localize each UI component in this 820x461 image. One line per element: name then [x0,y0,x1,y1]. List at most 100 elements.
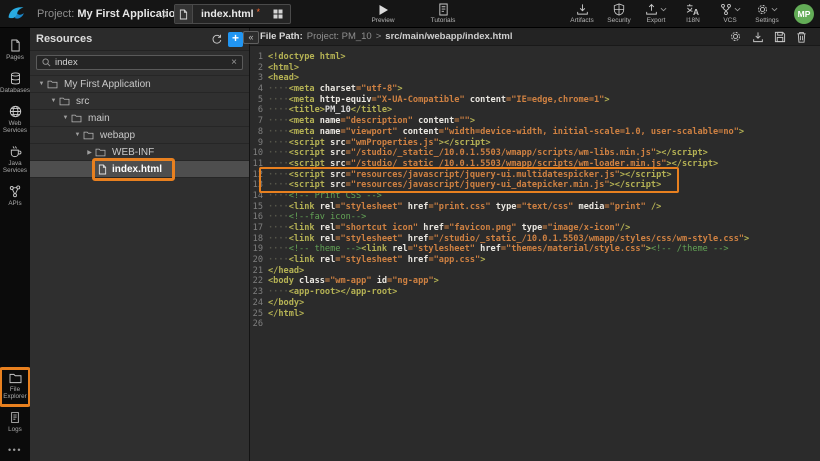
code-line-content: ····<link rel="shortcut icon" href="favi… [268,223,630,234]
action-label: Tutorials [431,17,456,24]
download-icon[interactable] [752,30,764,43]
artifacts-icon [576,3,589,16]
sidebar-item-pages[interactable]: Pages [0,34,30,67]
grid-icon[interactable] [266,5,290,23]
file-tree: ▼My First Application▼src▼main▼webapp▶WE… [30,75,249,461]
line-number: 20 [250,255,268,266]
tree-item-index-html[interactable]: index.html [30,161,249,178]
code-line-content: ····<script src="/studio/_static_/10.0.1… [268,148,708,159]
code-line-content: ····<meta name="description" content=""> [268,116,475,127]
tree-item-label: webapp [100,130,135,141]
refresh-icon[interactable] [211,34,222,45]
caret-down-icon [734,7,741,12]
i18n-button[interactable]: AI18N [676,3,710,24]
code-line-content: ····<script src="wmProperties.js"></scri… [268,138,491,149]
globe-icon [9,105,22,118]
line-number: 1 [250,52,268,63]
sidebar-item-web-services[interactable]: Web Services [0,100,30,140]
tree-item-label: index.html [112,164,162,175]
caret-down-icon [771,7,778,12]
line-number: 6 [250,105,268,116]
settings-button[interactable]: Settings [750,3,784,24]
avatar[interactable]: MP [794,4,814,24]
code-line-content: ····<!--fav icon--> [268,212,366,223]
file-path-label: File Path: [260,31,303,42]
export-button[interactable]: Export [639,3,673,24]
tree-expand-icon[interactable]: ▼ [60,115,71,121]
code-line: 13····<script src="resources/javascript/… [250,180,820,191]
caret-down-icon [660,7,667,12]
sidebar-item-databases[interactable]: Databases [0,67,30,100]
action-label: Export [647,17,666,24]
tab-index-html[interactable]: index.html * [174,4,291,24]
sidebar-item-apis[interactable]: APIs [0,180,30,213]
tutorials-button[interactable]: Tutorials [426,3,460,24]
code-line: 25</html> [250,309,820,320]
code-line: 14····<!-- Print CSS --> [250,191,820,202]
sidebar-item-label: Java Services [0,160,30,174]
line-number: 5 [250,95,268,106]
tree-collapse-icon[interactable]: ▶ [84,149,95,156]
code-line: 16····<!--fav icon--> [250,212,820,223]
code-line-content: <head> [268,73,299,84]
database-icon [10,72,21,85]
tree-expand-icon[interactable]: ▼ [36,81,47,87]
vcs-button[interactable]: VCS [713,3,747,24]
tree-item-src[interactable]: ▼ src [30,93,249,110]
code-line-content: ····<title>PM_10</title> [268,105,392,116]
preview-button[interactable]: Preview [366,3,400,24]
sidebar-item-java-services[interactable]: Java Services [0,140,30,180]
code-line: 2<html> [250,63,820,74]
folder-icon [59,97,74,106]
sidebar-item-label: Pages [5,54,25,61]
code-area[interactable]: 1<!doctype html>2<html>3<head>4····<meta… [250,46,820,461]
code-line-content: ····<!-- theme --><link rel="stylesheet"… [268,244,729,255]
resources-panel: Resources + × ▼My First Application▼src▼… [30,28,250,461]
more-options-button[interactable]: ••• [8,439,22,457]
action-label: VCS [723,17,736,24]
line-number: 23 [250,287,268,298]
folder-icon [9,373,22,384]
save-icon[interactable] [774,30,786,43]
sidebar-item-label: Logs [7,426,23,433]
tree-item-label: src [76,96,89,107]
api-icon [9,185,21,198]
line-number: 24 [250,298,268,309]
tree-item-main[interactable]: ▼main [30,110,249,127]
code-line: 7····<meta name="description" content=""… [250,116,820,127]
code-line-content: </html> [268,309,304,320]
sidebar-item-logs[interactable]: Logs [0,406,30,439]
line-number: 11 [250,159,268,170]
security-button[interactable]: Security [602,3,636,24]
search-box: × [36,55,243,70]
line-number: 15 [250,202,268,213]
search-icon [42,58,51,67]
code-line: 10····<script src="/studio/_static_/10.0… [250,148,820,159]
wavemaker-logo-icon[interactable] [6,4,26,24]
collapse-panel-button[interactable]: « [243,31,259,44]
code-line-content: ····<app-root></app-root> [268,287,397,298]
tree-expand-icon[interactable]: ▼ [72,132,83,138]
tree-item-webapp[interactable]: ▼ webapp [30,127,249,144]
resources-header: Resources + [30,28,249,51]
project-label: Project: [37,8,74,20]
code-line-content: </head> [268,266,304,277]
line-number: 9 [250,138,268,149]
editor-toolbar [729,30,807,43]
tree-expand-icon[interactable]: ▼ [48,98,59,104]
code-line-content: ····<meta name="viewport" content="width… [268,127,744,138]
file-icon [98,164,112,175]
gear-icon[interactable] [729,30,742,43]
line-number: 18 [250,234,268,245]
clear-search-icon[interactable]: × [231,58,237,68]
code-line: 12····<script src="resources/javascript/… [250,170,820,181]
tree-item-my-first-application[interactable]: ▼My First Application [30,76,249,93]
chevron-right-icon [162,9,168,19]
trash-icon[interactable] [796,30,807,43]
add-resource-button[interactable]: + [228,32,243,47]
line-number: 13 [250,180,268,191]
sidebar-item-file-explorer[interactable]: File Explorer [0,368,30,406]
artifacts-button[interactable]: Artifacts [565,3,599,24]
code-line-content: ····<script src="resources/javascript/jq… [268,170,672,181]
resources-search-input[interactable] [55,56,227,69]
